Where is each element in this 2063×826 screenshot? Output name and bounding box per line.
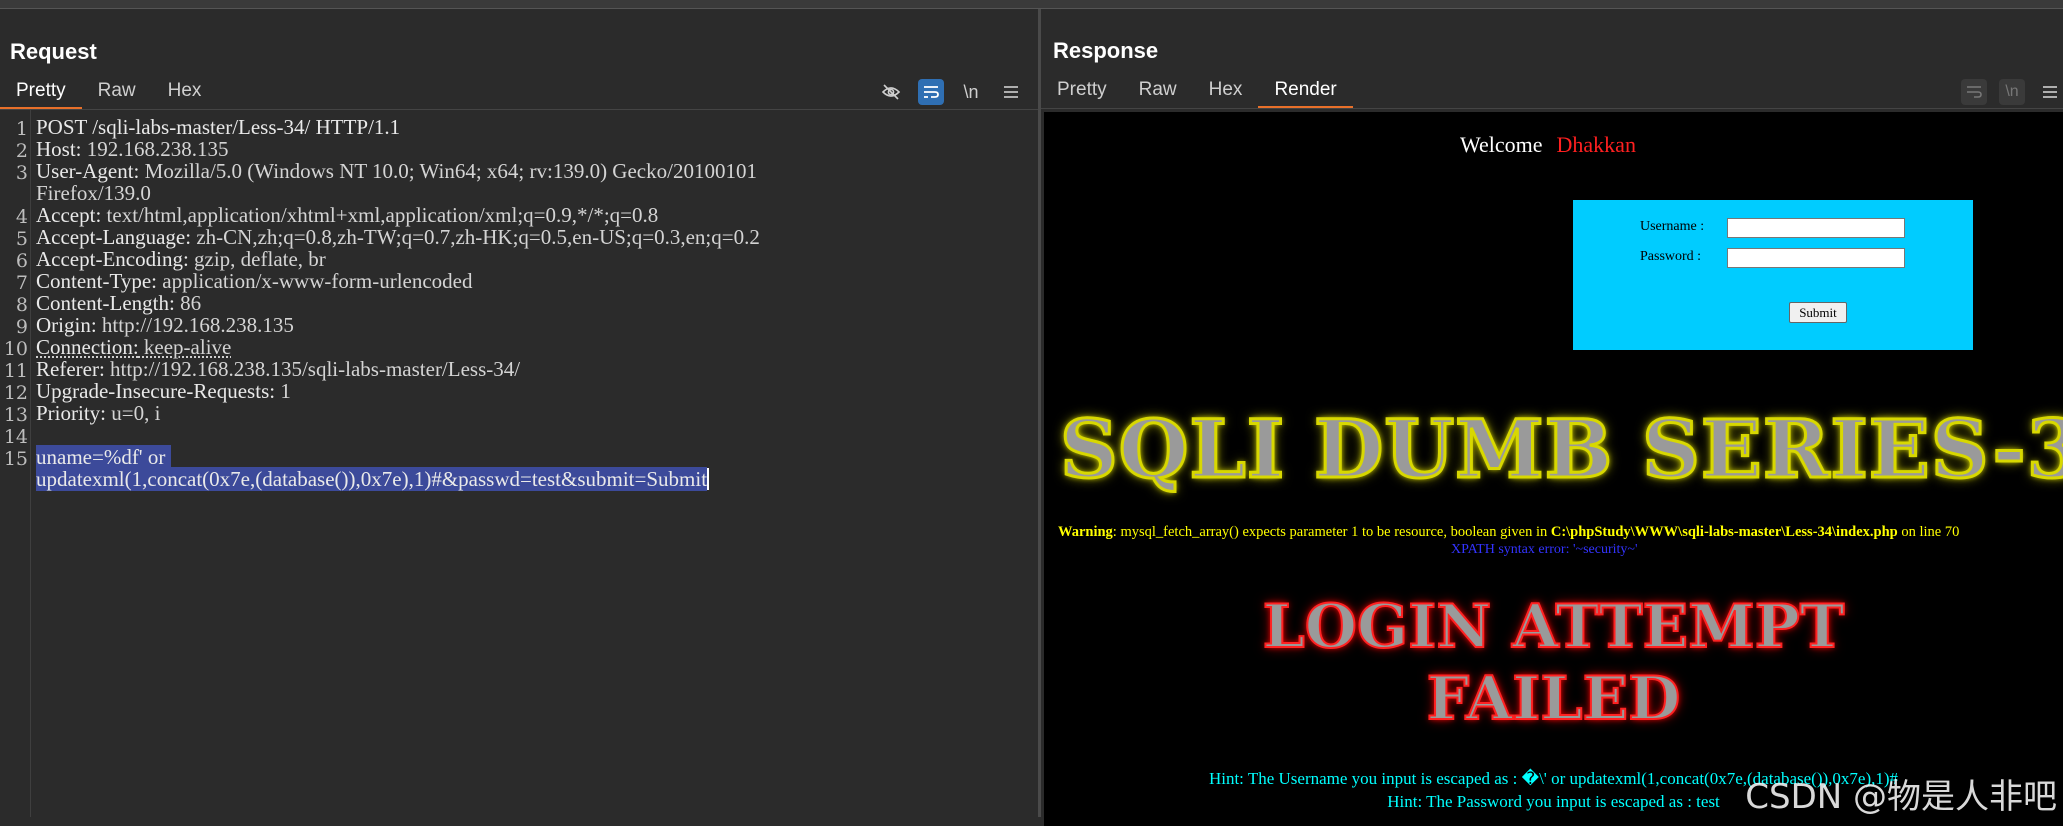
line-number: 8 bbox=[15, 294, 28, 316]
login-form: Username : Password : Submit bbox=[1573, 200, 1973, 350]
welcome-text: Welcome Dhakkan bbox=[1460, 132, 1636, 157]
response-title: Response bbox=[1053, 38, 1159, 63]
line-number: 15 bbox=[3, 448, 28, 470]
selected-payload-continued[interactable]: updatexml(1,concat(0x7e,(database()),0x7… bbox=[36, 467, 708, 491]
menu-icon[interactable] bbox=[2037, 79, 2063, 105]
request-tab-pretty[interactable]: Pretty bbox=[0, 75, 82, 110]
response-tab-pretty[interactable]: Pretty bbox=[1041, 74, 1123, 106]
line-number: 4 bbox=[15, 206, 28, 228]
response-pane: Response Pretty Raw Hex Render \n Welcom… bbox=[1041, 9, 2063, 826]
top-bar bbox=[0, 0, 2063, 9]
series-banner: SQLI DUMB SERIES-34 bbox=[1058, 401, 2063, 498]
request-body-line-wrapped: updatexml(1,concat(0x7e,(database()),0x7… bbox=[36, 467, 710, 492]
password-label: Password : bbox=[1640, 249, 1702, 264]
request-tab-hex[interactable]: Hex bbox=[152, 75, 218, 107]
request-editor[interactable]: 1 POST /sqli-labs-master/Less-34/ HTTP/1… bbox=[0, 110, 1038, 817]
php-warning: Warning: mysql_fetch_array() expects par… bbox=[1058, 524, 1960, 540]
line-number: 7 bbox=[15, 272, 28, 294]
response-tab-hex[interactable]: Hex bbox=[1193, 74, 1259, 106]
username-input[interactable] bbox=[1727, 218, 1905, 238]
text-cursor bbox=[707, 468, 710, 490]
line-number: 12 bbox=[3, 382, 28, 404]
login-failed-line2: FAILED bbox=[1426, 663, 1682, 735]
eye-off-icon[interactable] bbox=[878, 79, 904, 105]
login-failed-line1: LOGIN ATTEMPT bbox=[1262, 591, 1846, 663]
submit-button[interactable]: Submit bbox=[1789, 302, 1847, 323]
wrap-icon[interactable] bbox=[918, 79, 944, 105]
line-number: 5 bbox=[15, 228, 28, 250]
request-toolbar: \n bbox=[878, 79, 1024, 105]
request-tab-raw[interactable]: Raw bbox=[82, 75, 152, 107]
newline-toggle-button[interactable]: \n bbox=[958, 79, 984, 105]
request-line: Priority: u=0, i bbox=[36, 401, 161, 425]
line-number: 3 bbox=[15, 162, 28, 184]
line-number: 1 bbox=[15, 118, 28, 140]
line-number: 13 bbox=[3, 404, 28, 426]
xpath-error: XPATH syntax error: '~security~' bbox=[1451, 542, 1638, 557]
response-toolbar: \n bbox=[1961, 79, 2063, 105]
csdn-watermark: CSDN @物是人非吧 bbox=[1745, 777, 2057, 817]
line-number: 6 bbox=[15, 250, 28, 272]
request-title: Request bbox=[10, 39, 97, 64]
response-tabs: Pretty Raw Hex Render bbox=[1041, 74, 1353, 109]
request-pane: Request Pretty Raw Hex \n 1 POST /sqli-l… bbox=[0, 9, 1041, 817]
response-tab-raw[interactable]: Raw bbox=[1123, 74, 1193, 106]
line-number: 11 bbox=[3, 360, 28, 382]
username-label: Username : bbox=[1640, 219, 1705, 234]
password-input[interactable] bbox=[1727, 248, 1905, 268]
response-tab-render[interactable]: Render bbox=[1258, 74, 1353, 109]
rendered-page: Welcome Dhakkan Username : Password : Sub… bbox=[1044, 112, 2063, 826]
line-number: 10 bbox=[3, 338, 28, 360]
line-number: 14 bbox=[3, 426, 28, 448]
response-tab-divider bbox=[1041, 108, 2063, 109]
wrap-icon[interactable] bbox=[1961, 79, 1987, 105]
selected-payload[interactable]: uname=%df' or bbox=[36, 445, 171, 469]
line-number: 9 bbox=[15, 316, 28, 338]
menu-icon[interactable] bbox=[998, 79, 1024, 105]
newline-icon[interactable]: \n bbox=[1999, 79, 2025, 105]
request-tabs: Pretty Raw Hex bbox=[0, 75, 218, 110]
welcome-user: Dhakkan bbox=[1556, 132, 1636, 157]
line-number: 2 bbox=[15, 140, 28, 162]
